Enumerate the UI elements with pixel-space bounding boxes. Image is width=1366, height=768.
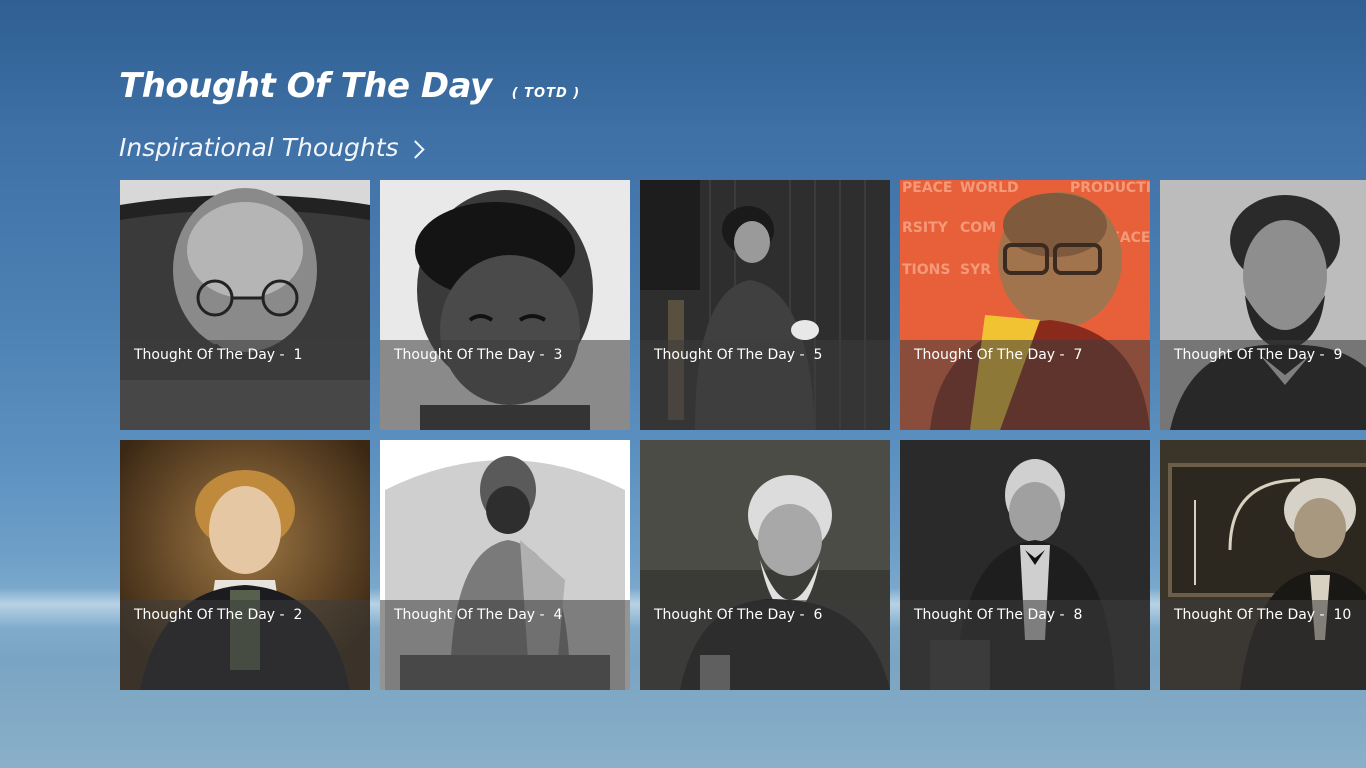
tile-caption-overlay: Thought Of The Day - 10 bbox=[1160, 600, 1366, 690]
svg-text:PRODUCTI: PRODUCTI bbox=[1070, 180, 1150, 196]
thought-tile-5[interactable]: Thought Of The Day - 5 bbox=[640, 180, 890, 430]
tile-caption: Thought Of The Day - 8 bbox=[914, 607, 1083, 623]
thought-tile-9[interactable]: Thought Of The Day - 9 bbox=[1160, 180, 1366, 430]
tile-caption-overlay: Thought Of The Day - 1 bbox=[120, 340, 370, 430]
tile-caption: Thought Of The Day - 6 bbox=[654, 607, 823, 623]
svg-text:TIONS: TIONS bbox=[902, 262, 950, 278]
chevron-right-icon bbox=[405, 139, 425, 159]
header: Thought Of The Day ( TOTD ) bbox=[119, 66, 580, 106]
section-header-inspirational-thoughts[interactable]: Inspirational Thoughts bbox=[119, 133, 425, 162]
tile-caption-overlay: Thought Of The Day - 4 bbox=[380, 600, 630, 690]
tile-caption: Thought Of The Day - 9 bbox=[1174, 347, 1343, 363]
svg-text:COM: COM bbox=[960, 220, 996, 236]
thought-tile-10[interactable]: Thought Of The Day - 10 bbox=[1160, 440, 1366, 690]
thought-tile-2[interactable]: Thought Of The Day - 2 bbox=[120, 440, 370, 690]
thought-tile-1[interactable]: Thought Of The Day - 1 bbox=[120, 180, 370, 430]
tile-caption-overlay: Thought Of The Day - 3 bbox=[380, 340, 630, 430]
tile-caption-overlay: Thought Of The Day - 5 bbox=[640, 340, 890, 430]
tile-caption: Thought Of The Day - 1 bbox=[134, 347, 303, 363]
tile-caption-overlay: Thought Of The Day - 9 bbox=[1160, 340, 1366, 430]
svg-text:WORLD: WORLD bbox=[960, 180, 1019, 196]
tile-caption-overlay: Thought Of The Day - 6 bbox=[640, 600, 890, 690]
svg-text:RSITY: RSITY bbox=[902, 220, 949, 236]
thought-tile-4[interactable]: Thought Of The Day - 4 bbox=[380, 440, 630, 690]
thought-tile-8[interactable]: Thought Of The Day - 8 bbox=[900, 440, 1150, 690]
app-title: Thought Of The Day bbox=[119, 66, 492, 106]
thought-tile-3[interactable]: Thought Of The Day - 3 bbox=[380, 180, 630, 430]
tile-caption: Thought Of The Day - 2 bbox=[134, 607, 303, 623]
tile-caption-overlay: Thought Of The Day - 8 bbox=[900, 600, 1150, 690]
thought-tile-6[interactable]: Thought Of The Day - 6 bbox=[640, 440, 890, 690]
svg-text:SYR: SYR bbox=[960, 262, 991, 278]
tile-caption: Thought Of The Day - 5 bbox=[654, 347, 823, 363]
thought-tile-7[interactable]: PEACE WORLD PRODUCTI RSITY COM PEACE TIONS SY… bbox=[900, 180, 1150, 430]
thought-tile-grid: Thought Of The Day - 1 Thought Of The Da… bbox=[120, 180, 1366, 690]
tile-caption: Thought Of The Day - 3 bbox=[394, 347, 563, 363]
tile-caption-overlay: Thought Of The Day - 7 bbox=[900, 340, 1150, 430]
tile-caption: Thought Of The Day - 4 bbox=[394, 607, 563, 623]
svg-text:PEACE: PEACE bbox=[902, 180, 953, 196]
tile-caption-overlay: Thought Of The Day - 2 bbox=[120, 600, 370, 690]
tile-caption: Thought Of The Day - 10 bbox=[1174, 607, 1352, 623]
tile-caption: Thought Of The Day - 7 bbox=[914, 347, 1083, 363]
section-label: Inspirational Thoughts bbox=[119, 133, 399, 162]
app-subtitle: ( TOTD ) bbox=[511, 86, 581, 101]
